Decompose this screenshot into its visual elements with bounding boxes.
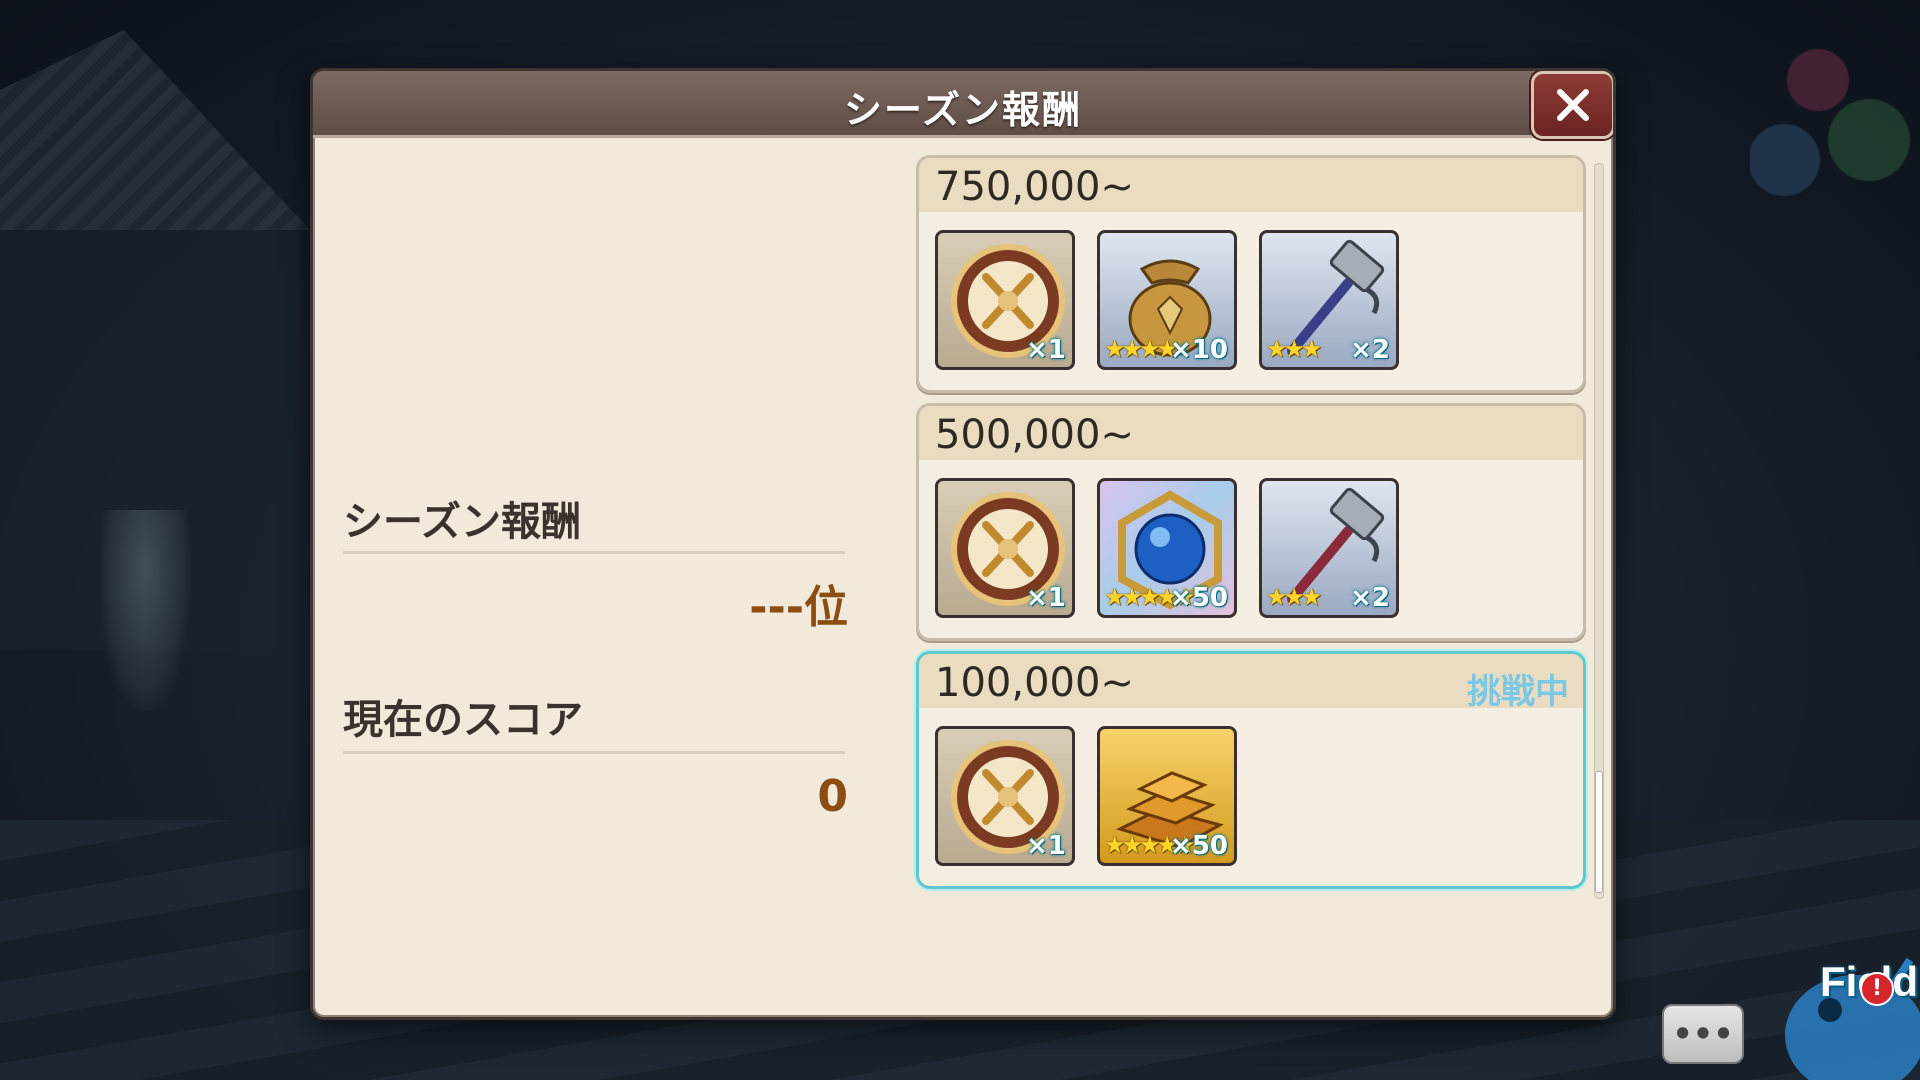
background-balloons [1750, 0, 1920, 200]
reward-item[interactable]: ★★★★★ ×50 [1097, 478, 1237, 618]
season-reward-dialog: シーズン報酬 シーズン報酬 ---位 現在のスコア 0 750,000~ ×1 [310, 68, 1616, 1020]
chat-bubble-icon: ••• [1672, 1015, 1734, 1053]
item-quantity: ×2 [1350, 335, 1390, 365]
close-icon [1557, 89, 1589, 121]
chat-button[interactable]: ••• [1662, 1004, 1744, 1064]
current-score-value: 0 [817, 771, 848, 822]
tier-header: 500,000~ [919, 406, 1583, 460]
scrollbar-thumb[interactable] [1595, 771, 1603, 893]
alert-badge: ! [1860, 972, 1894, 1006]
reward-item[interactable]: ★★★ ×2 [1259, 230, 1399, 370]
reward-tier-750000: 750,000~ ×1 ★★★★ ×10 ★★★ ×2 [916, 155, 1586, 393]
item-quantity: ×1 [1026, 583, 1066, 613]
reward-tier-100000: 100,000~ 挑戦中 ×1 ★★★★★ ×50 [916, 651, 1586, 889]
item-quantity: ×1 [1026, 831, 1066, 861]
tier-score: 500,000~ [935, 412, 1134, 458]
tier-header: 750,000~ [919, 158, 1583, 212]
item-quantity: ×50 [1170, 583, 1228, 613]
close-button[interactable] [1531, 71, 1613, 139]
item-rarity-stars: ★★★★ [1104, 335, 1178, 363]
background-roof [0, 30, 310, 230]
reward-item[interactable]: ★★★★ ×10 [1097, 230, 1237, 370]
season-reward-label: シーズン報酬 [343, 499, 581, 545]
item-quantity: ×50 [1170, 831, 1228, 861]
divider [343, 551, 845, 554]
dialog-titlebar: シーズン報酬 [313, 71, 1613, 139]
item-quantity: ×2 [1350, 583, 1390, 613]
background-character [100, 510, 190, 710]
item-quantity: ×1 [1026, 335, 1066, 365]
reward-item[interactable]: ×1 [935, 478, 1075, 618]
rank-value: ---位 [749, 582, 848, 633]
reward-item[interactable]: ★★★ ×2 [1259, 478, 1399, 618]
tier-header: 100,000~ 挑戦中 [919, 654, 1583, 712]
reward-item[interactable]: ★★★★★ ×50 [1097, 726, 1237, 866]
item-rarity-stars: ★★★ [1266, 583, 1323, 611]
reward-item[interactable]: ×1 [935, 726, 1075, 866]
divider [343, 751, 845, 754]
tier-score: 100,000~ [935, 660, 1134, 706]
item-quantity: ×10 [1170, 335, 1228, 365]
tier-score: 750,000~ [935, 164, 1134, 210]
reward-tier-500000: 500,000~ ×1 ★★★★★ ×50 ★★★ ×2 [916, 403, 1586, 641]
current-score-label: 現在のスコア [343, 697, 583, 743]
reward-item[interactable]: ×1 [935, 230, 1075, 370]
item-rarity-stars: ★★★ [1266, 335, 1323, 363]
challenge-status: 挑戦中 [1467, 672, 1569, 712]
dialog-title: シーズン報酬 [843, 88, 1083, 132]
